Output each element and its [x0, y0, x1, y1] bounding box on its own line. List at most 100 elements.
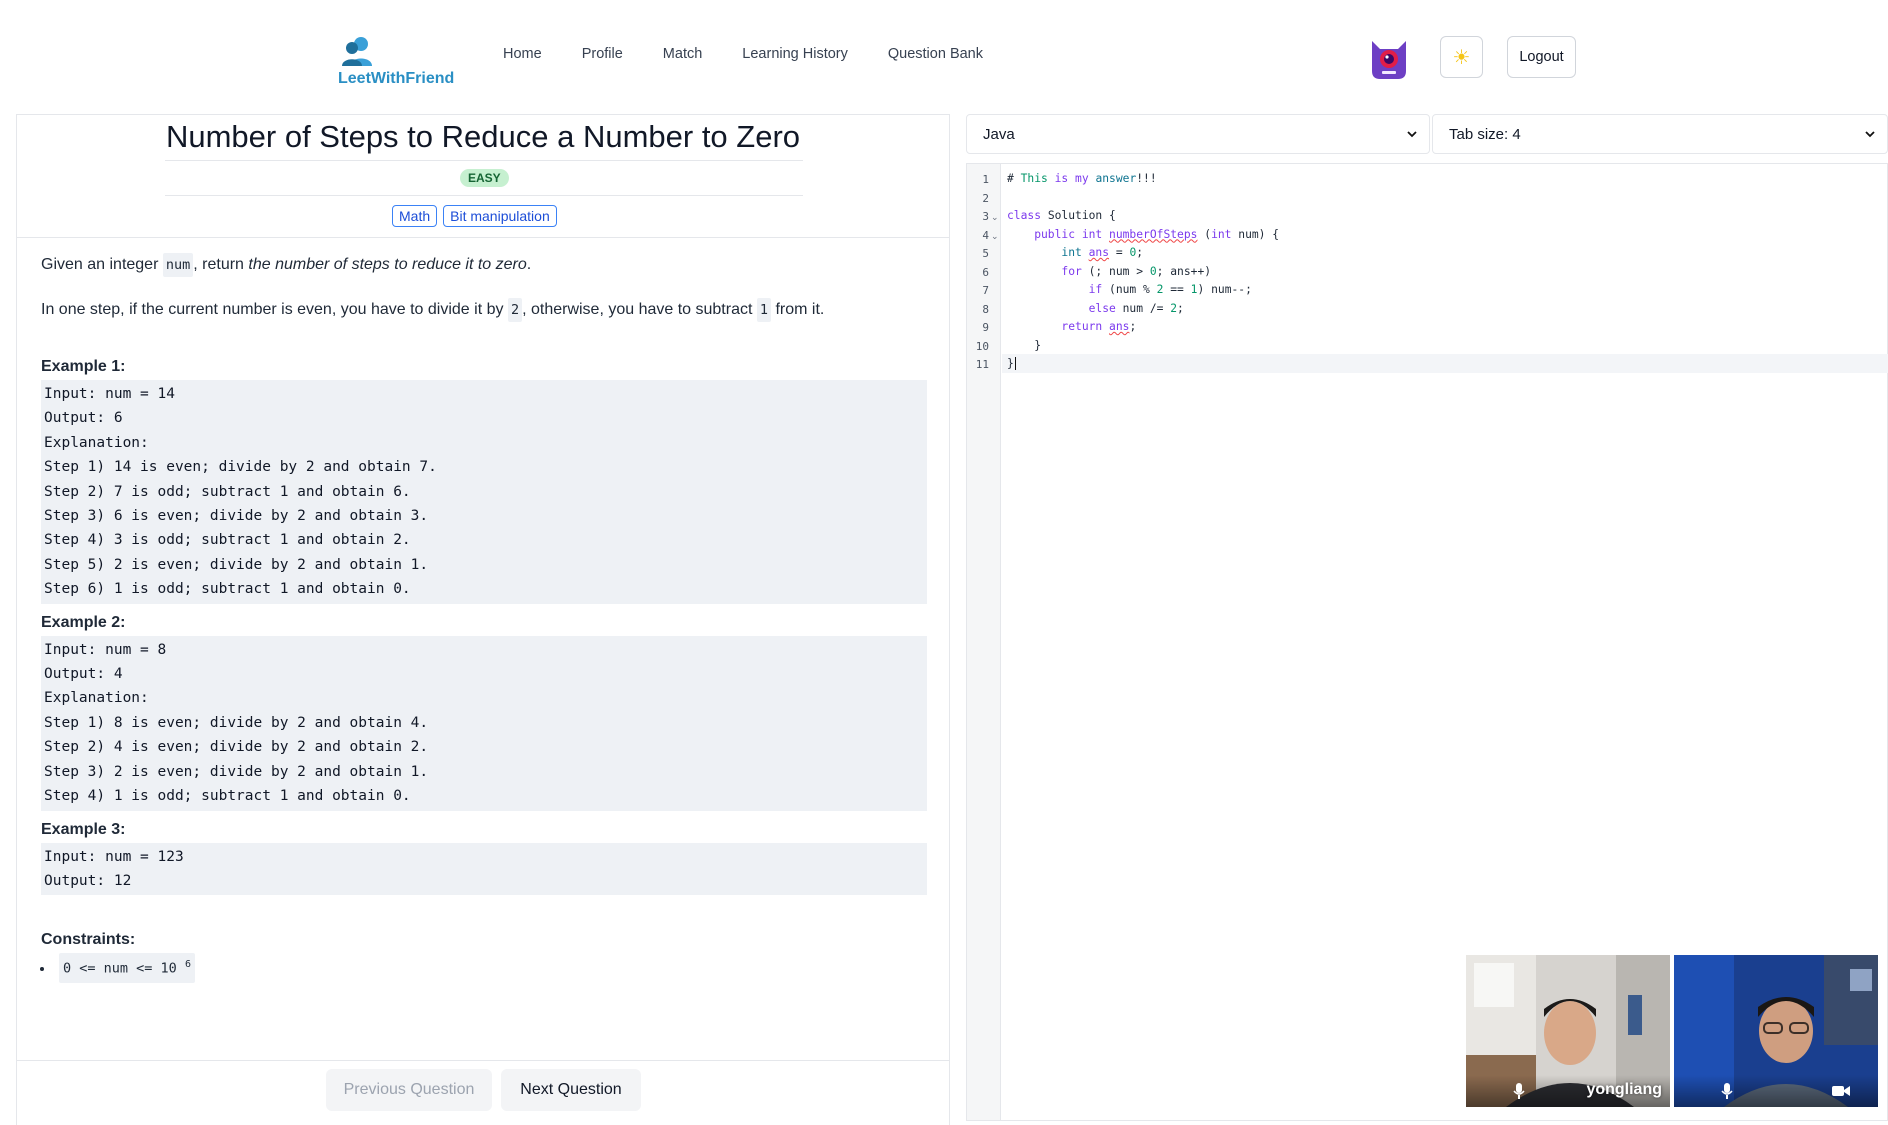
- fold-chevron-icon[interactable]: ⌄: [991, 212, 999, 223]
- code-token: num /=: [1122, 301, 1171, 315]
- inline-code: 1: [756, 298, 772, 322]
- example-1-block: Input: num = 14 Output: 6 Explanation: S…: [41, 380, 927, 604]
- code-token: (num %: [1109, 283, 1157, 296]
- microphone-icon[interactable]: [1512, 1083, 1526, 1099]
- line-number: 1: [982, 173, 989, 186]
- code-token: ==: [1163, 283, 1191, 296]
- line-number: 11: [975, 358, 989, 371]
- code-token: if: [1007, 283, 1110, 296]
- line-number: 8: [982, 302, 989, 316]
- line-number: 9: [982, 321, 989, 334]
- app-logo[interactable]: LeetWithFriend: [338, 34, 458, 90]
- example-3-title: Example 3:: [41, 820, 126, 838]
- line-number: 5: [982, 247, 989, 260]
- text-cursor: ​: [1014, 357, 1016, 370]
- line-number: 7: [982, 284, 989, 297]
- code-token: ; ans++): [1156, 264, 1212, 278]
- nav-question-bank[interactable]: Question Bank: [888, 46, 983, 62]
- code-line-4: public int numberOfSteps (int num) {: [1007, 228, 1279, 241]
- code-line-5: int ans = 0;: [1007, 246, 1143, 259]
- language-value: Java: [983, 125, 1015, 143]
- code-token: This: [1020, 172, 1055, 185]
- user-avatar[interactable]: [1366, 35, 1412, 81]
- next-question-button[interactable]: Next Question: [501, 1069, 641, 1111]
- inline-code: num: [162, 253, 194, 277]
- tab-size-value: Tab size: 4: [1449, 125, 1521, 143]
- code-token: answer: [1095, 172, 1137, 185]
- participant-name: yongliang: [1586, 1081, 1662, 1098]
- divider: [165, 195, 803, 196]
- tag-math[interactable]: Math: [392, 205, 438, 227]
- code-token: 0: [1149, 264, 1157, 278]
- code-token: (: [1197, 227, 1212, 241]
- code-token: #: [1007, 172, 1021, 185]
- constraint-text: 0 <= num <= 10: [63, 960, 177, 977]
- text: from it.: [771, 301, 825, 318]
- example-2-block: Input: num = 8 Output: 4 Explanation: St…: [41, 635, 927, 811]
- code-token: for: [1007, 264, 1089, 278]
- language-select[interactable]: Java: [966, 114, 1430, 154]
- code-token: int: [1211, 227, 1232, 241]
- chevron-down-icon: [1865, 131, 1875, 138]
- topic-tags: Math Bit manipulation: [392, 205, 557, 227]
- difficulty-badge: EASY: [460, 169, 509, 187]
- active-line-highlight: [1002, 354, 1888, 373]
- microphone-icon[interactable]: [1720, 1083, 1734, 1099]
- code-line-6: for (; num > 0; ans++): [1007, 265, 1211, 278]
- nav-home[interactable]: Home: [503, 46, 542, 62]
- code-token: int: [1007, 246, 1089, 259]
- code-line-1: # This is my answer!!!: [1007, 172, 1157, 185]
- video-tile-participant-1[interactable]: yongliang: [1466, 955, 1670, 1107]
- video-tile-participant-2[interactable]: [1674, 955, 1878, 1107]
- logout-button[interactable]: Logout: [1507, 36, 1576, 78]
- tag-bit-manipulation[interactable]: Bit manipulation: [443, 205, 557, 227]
- text: , return: [193, 256, 249, 273]
- top-nav-bar: LeetWithFriend Home Profile Match Learni…: [0, 0, 1888, 110]
- main-nav: Home Profile Match Learning History Ques…: [503, 46, 1023, 62]
- example-1-title: Example 1:: [41, 358, 126, 375]
- question-title: Number of Steps to Reduce a Number to Ze…: [165, 119, 801, 154]
- text: Given an integer: [41, 256, 163, 273]
- code-line-7: if (num % 2 == 1) num--;: [1007, 283, 1252, 296]
- constraints-title: Constraints:: [41, 931, 136, 949]
- example-2-title: Example 2:: [41, 613, 126, 631]
- nav-learning-history[interactable]: Learning History: [742, 46, 848, 62]
- constraint-exponent: 6: [184, 959, 191, 971]
- camera-icon[interactable]: [1832, 1083, 1850, 1099]
- fold-chevron-icon[interactable]: ⌄: [991, 231, 999, 242]
- constraint-item: 0 <= num <= 10 6: [55, 953, 927, 983]
- app-name: LeetWithFriend: [338, 70, 455, 87]
- code-line-9: return ans;: [1007, 320, 1136, 333]
- constraint-code: 0 <= num <= 10 6: [59, 953, 195, 983]
- code-token: ;: [1177, 301, 1184, 315]
- line-number: 10: [975, 339, 989, 353]
- code-token: num) {: [1231, 227, 1280, 241]
- theme-toggle-button[interactable]: ☀: [1440, 36, 1483, 78]
- text: In one step, if the current number is ev…: [41, 301, 508, 318]
- text: , otherwise, you have to subtract: [522, 301, 757, 318]
- code-token: numberOfSteps: [1109, 227, 1198, 241]
- code-token: }: [1007, 357, 1014, 370]
- description-intro: Given an integer num, return the number …: [41, 251, 927, 279]
- code-token: ans: [1109, 320, 1130, 333]
- example-3-block: Input: num = 123 Output: 12: [41, 842, 927, 896]
- question-panel: Number of Steps to Reduce a Number to Ze…: [16, 114, 950, 1125]
- question-description: Given an integer num, return the number …: [41, 251, 927, 983]
- divider: [165, 160, 803, 161]
- users-logo-icon: [342, 37, 372, 66]
- tab-size-select[interactable]: Tab size: 4: [1432, 114, 1888, 154]
- code-token: else: [1007, 301, 1123, 315]
- line-number: 4: [982, 228, 989, 242]
- code-line-11: }​: [1007, 357, 1016, 370]
- code-token: return: [1007, 320, 1110, 333]
- text: .: [526, 256, 532, 273]
- code-token: is: [1054, 172, 1076, 185]
- line-number: 2: [982, 191, 989, 205]
- code-token: (; num >: [1088, 264, 1150, 278]
- code-token: my: [1075, 172, 1096, 185]
- code-line-3: class Solution {: [1007, 209, 1116, 222]
- nav-match[interactable]: Match: [663, 46, 703, 62]
- nav-profile[interactable]: Profile: [582, 46, 623, 62]
- previous-question-button[interactable]: Previous Question: [326, 1069, 492, 1111]
- line-number-gutter: 1 2 3 ⌄ 4 ⌄ 5 6 7 8 9 10 11: [967, 164, 1001, 1120]
